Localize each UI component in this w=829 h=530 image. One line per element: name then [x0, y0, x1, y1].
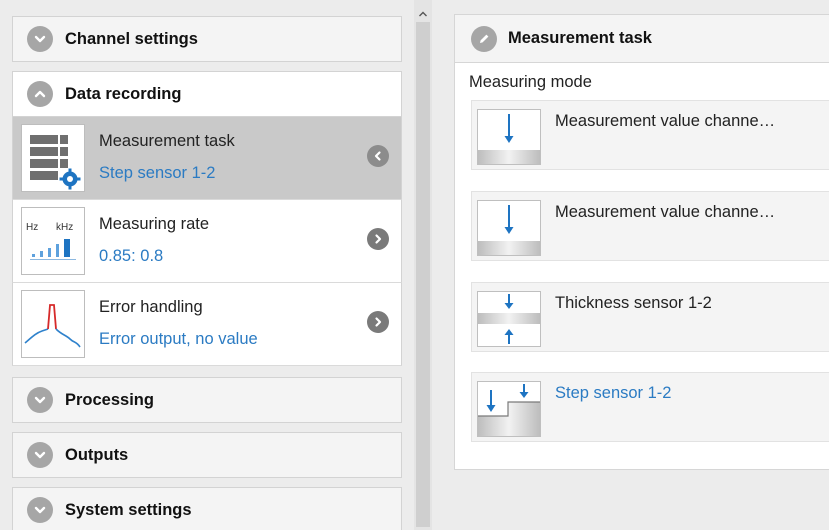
item-title: Error handling — [99, 298, 203, 316]
pencil-icon — [471, 25, 497, 52]
measuring-mode-label: Measuring mode — [469, 73, 592, 91]
scroll-up-arrow-icon[interactable] — [414, 6, 432, 22]
item-measuring-rate[interactable]: Hz kHz Measuring rate 0.85: 0.8 — [12, 200, 402, 283]
chevron-up-icon — [27, 81, 53, 107]
mode-option-channel-2[interactable]: Measurement value channe… — [471, 191, 829, 261]
chevron-left-icon[interactable] — [367, 145, 389, 167]
item-value: Error output, no value — [99, 330, 258, 348]
item-title: Measuring rate — [99, 215, 210, 233]
section-data-recording[interactable]: Data recording — [12, 71, 402, 117]
mode-option-step-sensor[interactable]: Step sensor 1-2 — [471, 372, 829, 442]
measurement-task-card: Measurement task Measuring mode Measurem… — [454, 14, 829, 470]
single-channel-icon — [477, 109, 541, 165]
section-system-settings[interactable]: System settings — [12, 487, 402, 530]
measurement-task-icon — [21, 124, 85, 192]
mode-option-label: Thickness sensor 1-2 — [555, 294, 712, 312]
mode-option-label: Measurement value channe… — [555, 112, 776, 130]
chevron-down-icon — [27, 26, 53, 52]
chevron-down-icon — [27, 497, 53, 523]
settings-navigation-panel: Channel settings Data recording Measurem… — [0, 0, 414, 530]
detail-panel: Measurement task Measuring mode Measurem… — [432, 0, 829, 530]
section-processing[interactable]: Processing — [12, 377, 402, 423]
chevron-down-icon — [27, 442, 53, 468]
section-title: Outputs — [65, 445, 129, 464]
section-title: Channel settings — [65, 29, 198, 48]
item-measurement-task[interactable]: Measurement task Step sensor 1-2 — [12, 117, 402, 200]
item-title: Measurement task — [99, 132, 235, 150]
section-title: Data recording — [65, 84, 182, 103]
vertical-scrollbar[interactable] — [414, 0, 432, 530]
mode-option-thickness[interactable]: Thickness sensor 1-2 — [471, 282, 829, 352]
mode-option-label: Step sensor 1-2 — [555, 384, 672, 402]
chevron-right-icon[interactable] — [367, 311, 389, 333]
card-title: Measurement task — [508, 29, 652, 47]
card-header: Measurement task — [455, 15, 829, 63]
chevron-down-icon — [27, 387, 53, 413]
chevron-right-icon[interactable] — [367, 228, 389, 250]
error-handling-icon — [21, 290, 85, 358]
section-outputs[interactable]: Outputs — [12, 432, 402, 478]
item-value: 0.85: 0.8 — [99, 247, 164, 265]
scrollbar-thumb[interactable] — [416, 22, 430, 527]
section-title: System settings — [65, 500, 192, 519]
section-title: Processing — [65, 390, 154, 409]
item-value: Step sensor 1-2 — [99, 164, 216, 182]
mode-option-channel-1[interactable]: Measurement value channe… — [471, 100, 829, 170]
step-icon — [477, 381, 541, 437]
measuring-rate-icon: Hz kHz — [21, 207, 85, 275]
section-channel-settings[interactable]: Channel settings — [12, 16, 402, 62]
thickness-icon — [477, 291, 541, 347]
single-channel-icon — [477, 200, 541, 256]
mode-option-label: Measurement value channe… — [555, 203, 776, 221]
item-error-handling[interactable]: Error handling Error output, no value — [12, 283, 402, 366]
